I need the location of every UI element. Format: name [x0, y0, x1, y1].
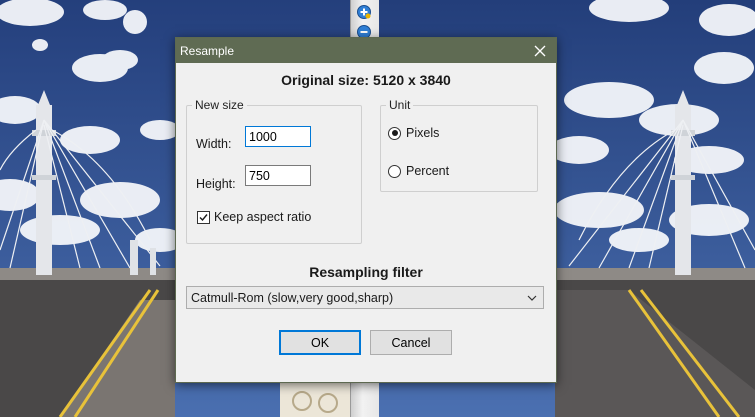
- unit-group-label: Unit: [386, 98, 414, 112]
- height-label: Height:: [196, 177, 236, 191]
- resampling-filter-label: Resampling filter: [309, 264, 423, 280]
- ornament-strip: [280, 381, 350, 417]
- zoom-in-icon[interactable]: [356, 4, 372, 20]
- unit-option-label: Percent: [406, 164, 450, 178]
- keep-aspect-checkbox[interactable]: Keep aspect ratio: [197, 210, 311, 224]
- radio-button[interactable]: [388, 126, 401, 140]
- close-button[interactable]: [524, 38, 556, 63]
- width-input[interactable]: [245, 126, 311, 147]
- unit-radio-pixels[interactable]: Pixels: [388, 126, 439, 140]
- unit-radio-percent[interactable]: Percent: [388, 164, 449, 178]
- keep-aspect-label: Keep aspect ratio: [214, 210, 312, 224]
- resample-dialog: Resample Original size: 5120 x 3840 New …: [175, 37, 557, 383]
- new-size-group: New size Width: Height: Keep aspect rati…: [186, 98, 362, 244]
- radio-button[interactable]: [388, 164, 401, 178]
- unit-group: Unit Pixels Percent: [380, 98, 538, 192]
- checkmark-icon: [199, 213, 208, 221]
- width-label: Width:: [196, 137, 232, 151]
- dialog-title: Resample: [180, 43, 235, 58]
- height-input[interactable]: [245, 165, 311, 186]
- new-size-group-label: New size: [192, 98, 247, 112]
- unit-option-label: Pixels: [406, 126, 440, 140]
- chevron-down-icon: [527, 295, 537, 301]
- checkbox-box[interactable]: [197, 210, 210, 224]
- resampling-filter-value: Catmull-Rom (slow,very good,sharp): [191, 290, 394, 305]
- resampling-filter-select[interactable]: Catmull-Rom (slow,very good,sharp): [186, 286, 544, 309]
- dialog-titlebar[interactable]: Resample: [176, 38, 556, 63]
- ok-button[interactable]: OK: [279, 330, 361, 355]
- original-size-label: Original size: 5120 x 3840: [281, 72, 451, 88]
- cancel-button[interactable]: Cancel: [370, 330, 452, 355]
- close-icon: [534, 45, 546, 56]
